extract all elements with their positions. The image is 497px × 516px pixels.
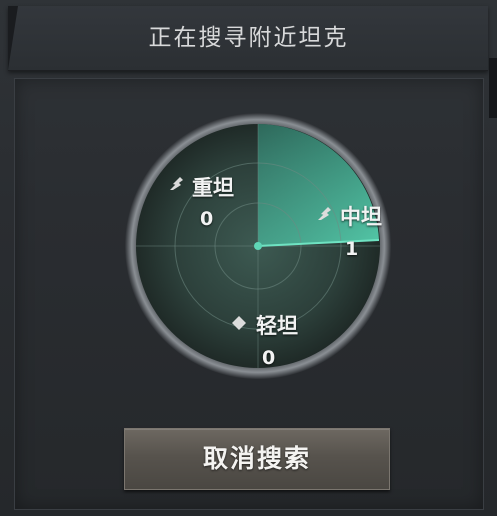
heavy-tank-label: 重坦 (192, 176, 234, 200)
search-dialog: 正在搜寻附近坦克 重坦 0 中坦 1 轻坦 0 取消搜索 (0, 0, 497, 516)
light-tank-icon (231, 315, 247, 334)
light-tank-label: 轻坦 (256, 314, 298, 338)
heavy-tank-count: 0 (200, 208, 214, 230)
heavy-tank-icon (170, 176, 186, 193)
cancel-search-button[interactable]: 取消搜索 (124, 428, 390, 490)
frame-edge (489, 58, 497, 118)
dialog-title: 正在搜寻附近坦克 (148, 25, 349, 51)
medium-tank-icon (318, 206, 334, 223)
radar-center-dot (254, 242, 262, 250)
medium-tank-label: 中坦 (340, 205, 382, 229)
medium-tank-count: 1 (345, 238, 359, 260)
light-tank-count: 0 (262, 347, 276, 369)
